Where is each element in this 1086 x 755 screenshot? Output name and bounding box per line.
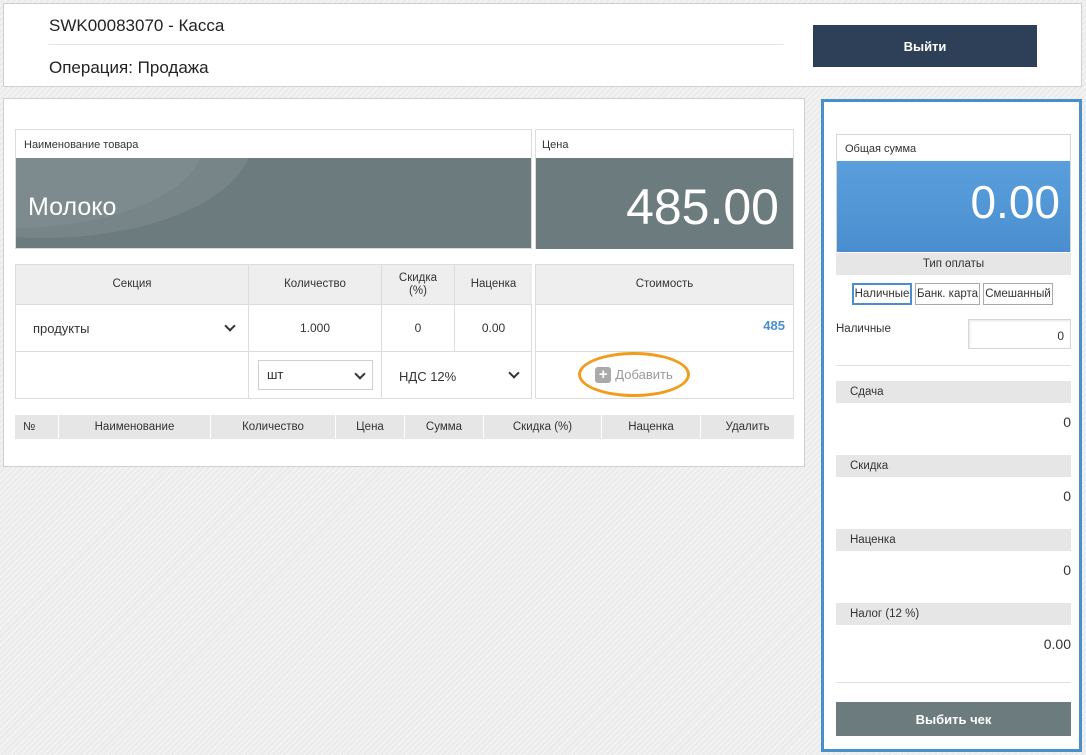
add-item-label: Добавить [615,367,673,382]
section-select-value: продукты [33,321,90,336]
col-header-discount: Скидка (%) [484,415,602,439]
pay-mixed-button[interactable]: Смешанный [983,283,1053,305]
cash-label: Наличные [836,323,891,335]
price-display: Цена 485.00 [535,129,794,249]
header-divider [49,44,783,45]
markup-value: 0 [1063,562,1071,578]
divider [836,682,1071,683]
product-name-caption: Наименование товара [16,130,531,158]
divider [836,365,1071,366]
col-header-quantity: Количество [249,265,382,305]
sale-entry-panel: Наименование товара Молоко Цена 485.00 С… [3,98,805,467]
col-header-markup: Наценка [455,265,532,305]
chevron-down-icon [354,368,366,380]
unit-cell: шт [249,352,382,398]
pay-cash-button[interactable]: Наличные [852,283,912,305]
product-name-value: Молоко [16,158,531,248]
tax-value: 0.00 [1043,636,1071,652]
total-caption: Общая сумма [845,143,917,155]
cost-value: 485 [763,318,785,333]
logout-button[interactable]: Выйти [813,25,1037,67]
change-caption: Сдача [836,381,1071,403]
change-value: 0 [1063,414,1071,430]
operation-label: Операция: Продажа [49,58,209,77]
section-select[interactable]: продукты [16,305,248,351]
total-display: Общая сумма 0.00 [836,134,1071,252]
payment-panel: Общая сумма 0.00 Тип оплаты Наличные Бан… [821,99,1082,752]
col-header-cost: Стоимость [536,265,793,305]
chevron-down-icon [508,367,520,379]
markup-input[interactable]: 0.00 [455,305,532,352]
col-header-section: Секция [16,265,249,305]
chevron-down-icon [224,320,236,332]
discount-input[interactable]: 0 [382,305,455,352]
items-table-header: № Наименование Количество Цена Сумма Ски… [15,415,794,439]
price-caption: Цена [542,139,569,151]
total-value: 0.00 [837,161,1070,252]
plus-icon: + [595,366,612,383]
section-cell: продукты [16,305,249,352]
col-header-number: № [15,415,59,439]
header-panel: SWK00083070 - Касса Операция: Продажа Вы… [3,3,1082,87]
quantity-input[interactable]: 1.000 [249,305,382,352]
pay-card-button[interactable]: Банк. карта [915,283,980,305]
markup-caption: Наценка [836,529,1071,551]
col-header-sum: Сумма [405,415,484,439]
product-name-display: Наименование товара Молоко [15,129,532,249]
register-title: SWK00083070 - Касса [49,16,225,35]
vat-select[interactable]: НДС 12% [382,352,532,398]
print-receipt-button[interactable]: Выбить чек [836,702,1071,736]
col-header-markup: Наценка [602,415,701,439]
add-item-button[interactable]: + Добавить [578,352,690,397]
vat-select-value: НДС 12% [399,369,457,384]
vat-cell: НДС 12% [382,352,532,398]
unit-select[interactable]: шт [258,360,373,390]
col-header-price: Цена [336,415,405,439]
col-header-delete: Удалить [725,421,770,433]
unit-select-value: шт [267,367,284,382]
discount-caption: Скидка [836,455,1071,477]
col-header-discount: Скидка (%) [382,265,455,305]
cost-cell: 485 [536,305,793,352]
col-header-name: Наименование [59,415,211,439]
empty-cell [16,352,249,398]
entry-grid: Секция Количество Скидка (%) Наценка про… [15,264,532,399]
tax-caption: Налог (12 %) [836,603,1071,625]
product-name-text: Молоко [28,193,117,221]
col-header-quantity: Количество [211,415,336,439]
discount-value: 0 [1063,488,1071,504]
cash-input[interactable]: 0 [968,319,1071,349]
payment-type-caption: Тип оплаты [836,253,1071,275]
price-value: 485.00 [536,158,793,249]
